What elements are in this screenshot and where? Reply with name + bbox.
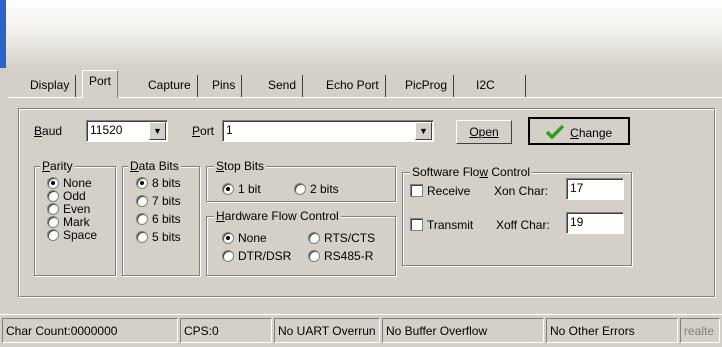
- xoff-char-input[interactable]: 19: [566, 212, 624, 234]
- hw-flow-option-rts-cts[interactable]: RTS/CTS: [308, 232, 394, 244]
- chevron-down-icon[interactable]: ▼: [149, 122, 166, 140]
- tab-i2c[interactable]: I2C: [470, 75, 526, 97]
- window-edge-accent: [0, 0, 6, 68]
- parity-option-even[interactable]: Even: [47, 203, 90, 215]
- tab-picprog[interactable]: PicProg: [399, 75, 455, 97]
- stop-bits-option-2[interactable]: 2 bits: [294, 183, 339, 195]
- baud-select[interactable]: 11520 ▼: [86, 120, 168, 142]
- parity-option-odd[interactable]: Odd: [47, 190, 86, 202]
- parity-title: Parity: [40, 159, 75, 173]
- hw-flow-option-dtr-dsr[interactable]: DTR/DSR: [222, 250, 308, 262]
- status-cps: CPS:0: [180, 318, 272, 343]
- xoff-char-label: Xoff Char:: [496, 218, 550, 232]
- data-bits-title: Data Bits: [128, 159, 181, 173]
- parity-option-none[interactable]: None: [47, 177, 92, 189]
- hardware-flow-group: [206, 216, 396, 276]
- data-bits-option-6[interactable]: 6 bits: [136, 213, 181, 225]
- tab-display[interactable]: Display: [24, 75, 77, 97]
- tab-port[interactable]: Port: [82, 70, 119, 98]
- data-bits-option-8[interactable]: 8 bits: [136, 177, 181, 189]
- data-bits-option-5[interactable]: 5 bits: [136, 231, 181, 243]
- port-label: Port: [192, 124, 215, 138]
- data-bits-option-7[interactable]: 7 bits: [136, 195, 181, 207]
- chevron-down-icon[interactable]: ▼: [415, 122, 432, 140]
- window-top-area: [0, 0, 722, 68]
- status-buffer: No Buffer Overflow: [382, 318, 544, 343]
- parity-option-mark[interactable]: Mark: [47, 216, 90, 228]
- open-button[interactable]: Open: [456, 120, 512, 144]
- stop-bits-title: Stop Bits: [214, 159, 267, 173]
- baud-value: 11520: [90, 123, 123, 137]
- xon-char-input[interactable]: 17: [566, 178, 624, 200]
- status-extra: realte: [680, 318, 720, 343]
- port-select[interactable]: 1 ▼: [222, 120, 434, 142]
- stop-bits-option-1[interactable]: 1 bit: [222, 183, 261, 195]
- status-char-count: Char Count:0000000: [2, 318, 178, 343]
- baud-label: Baud: [34, 124, 63, 138]
- parity-option-space[interactable]: Space: [47, 229, 97, 241]
- port-value: 1: [226, 123, 233, 137]
- status-errors: No Other Errors: [546, 318, 678, 343]
- tab-capture[interactable]: Capture: [142, 75, 198, 97]
- receive-checkbox[interactable]: Receive: [410, 184, 470, 197]
- tab-send[interactable]: Send: [262, 75, 304, 97]
- hw-flow-option-none[interactable]: None: [222, 232, 267, 244]
- tab-echo-port[interactable]: Echo Port: [320, 75, 386, 97]
- change-button[interactable]: Change: [528, 117, 630, 145]
- status-uart: No UART Overrun: [274, 318, 380, 343]
- transmit-checkbox[interactable]: Transmit: [410, 218, 473, 231]
- hardware-flow-title: Hardware Flow Control: [214, 209, 341, 223]
- hw-flow-option-rs485[interactable]: RS485-R: [308, 250, 394, 262]
- software-flow-title: Software Flow Control: [410, 165, 533, 179]
- tab-pins[interactable]: Pins: [206, 75, 243, 97]
- checkmark-icon: [545, 124, 565, 143]
- xon-char-label: Xon Char:: [494, 184, 549, 198]
